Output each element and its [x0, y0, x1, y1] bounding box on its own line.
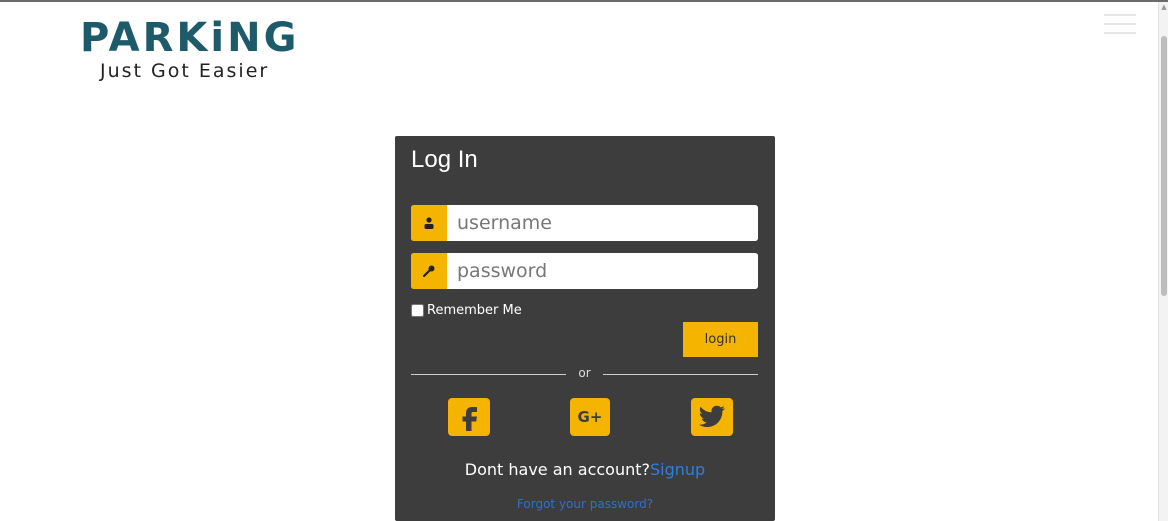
google-plus-icon: G+	[577, 408, 603, 426]
login-button[interactable]: login	[683, 322, 758, 357]
divider-text: or	[578, 366, 591, 380]
forgot-password-link[interactable]: Forgot your password?	[395, 497, 775, 511]
password-field[interactable]	[411, 253, 758, 289]
username-field[interactable]	[411, 205, 758, 241]
google-plus-login-button[interactable]: G+	[570, 398, 610, 436]
username-input[interactable]	[447, 205, 758, 241]
logo-tagline: Just Got Easier	[100, 60, 270, 82]
password-input[interactable]	[447, 253, 758, 289]
twitter-login-button[interactable]	[691, 398, 733, 436]
logo-title: PARKiNG	[80, 15, 300, 61]
hamburger-menu-icon[interactable]	[1104, 14, 1136, 34]
scrollbar-thumb[interactable]	[1161, 36, 1167, 296]
remember-label[interactable]: Remember Me	[427, 303, 522, 318]
or-divider: or	[411, 366, 758, 382]
facebook-login-button[interactable]	[448, 398, 490, 436]
signup-link[interactable]: Signup	[650, 460, 705, 479]
facebook-icon	[462, 407, 477, 431]
page-scrollbar[interactable]: ▲	[1158, 2, 1168, 521]
user-icon	[411, 205, 447, 241]
remember-me[interactable]: Remember Me	[411, 303, 522, 318]
key-icon	[411, 253, 447, 289]
remember-checkbox[interactable]	[411, 304, 424, 317]
divider-line-right	[603, 374, 758, 375]
window-top-border	[0, 0, 1168, 2]
login-heading: Log In	[411, 146, 478, 173]
scroll-up-arrow-icon[interactable]: ▲	[1159, 2, 1168, 12]
brand-logo[interactable]: PARKiNG Just Got Easier	[80, 16, 310, 96]
signup-prompt-text: Dont have an account?	[464, 460, 650, 479]
login-panel: Log In Remember Me login or	[395, 136, 775, 521]
twitter-icon	[698, 405, 726, 428]
signup-prompt: Dont have an account?Signup	[395, 460, 775, 479]
